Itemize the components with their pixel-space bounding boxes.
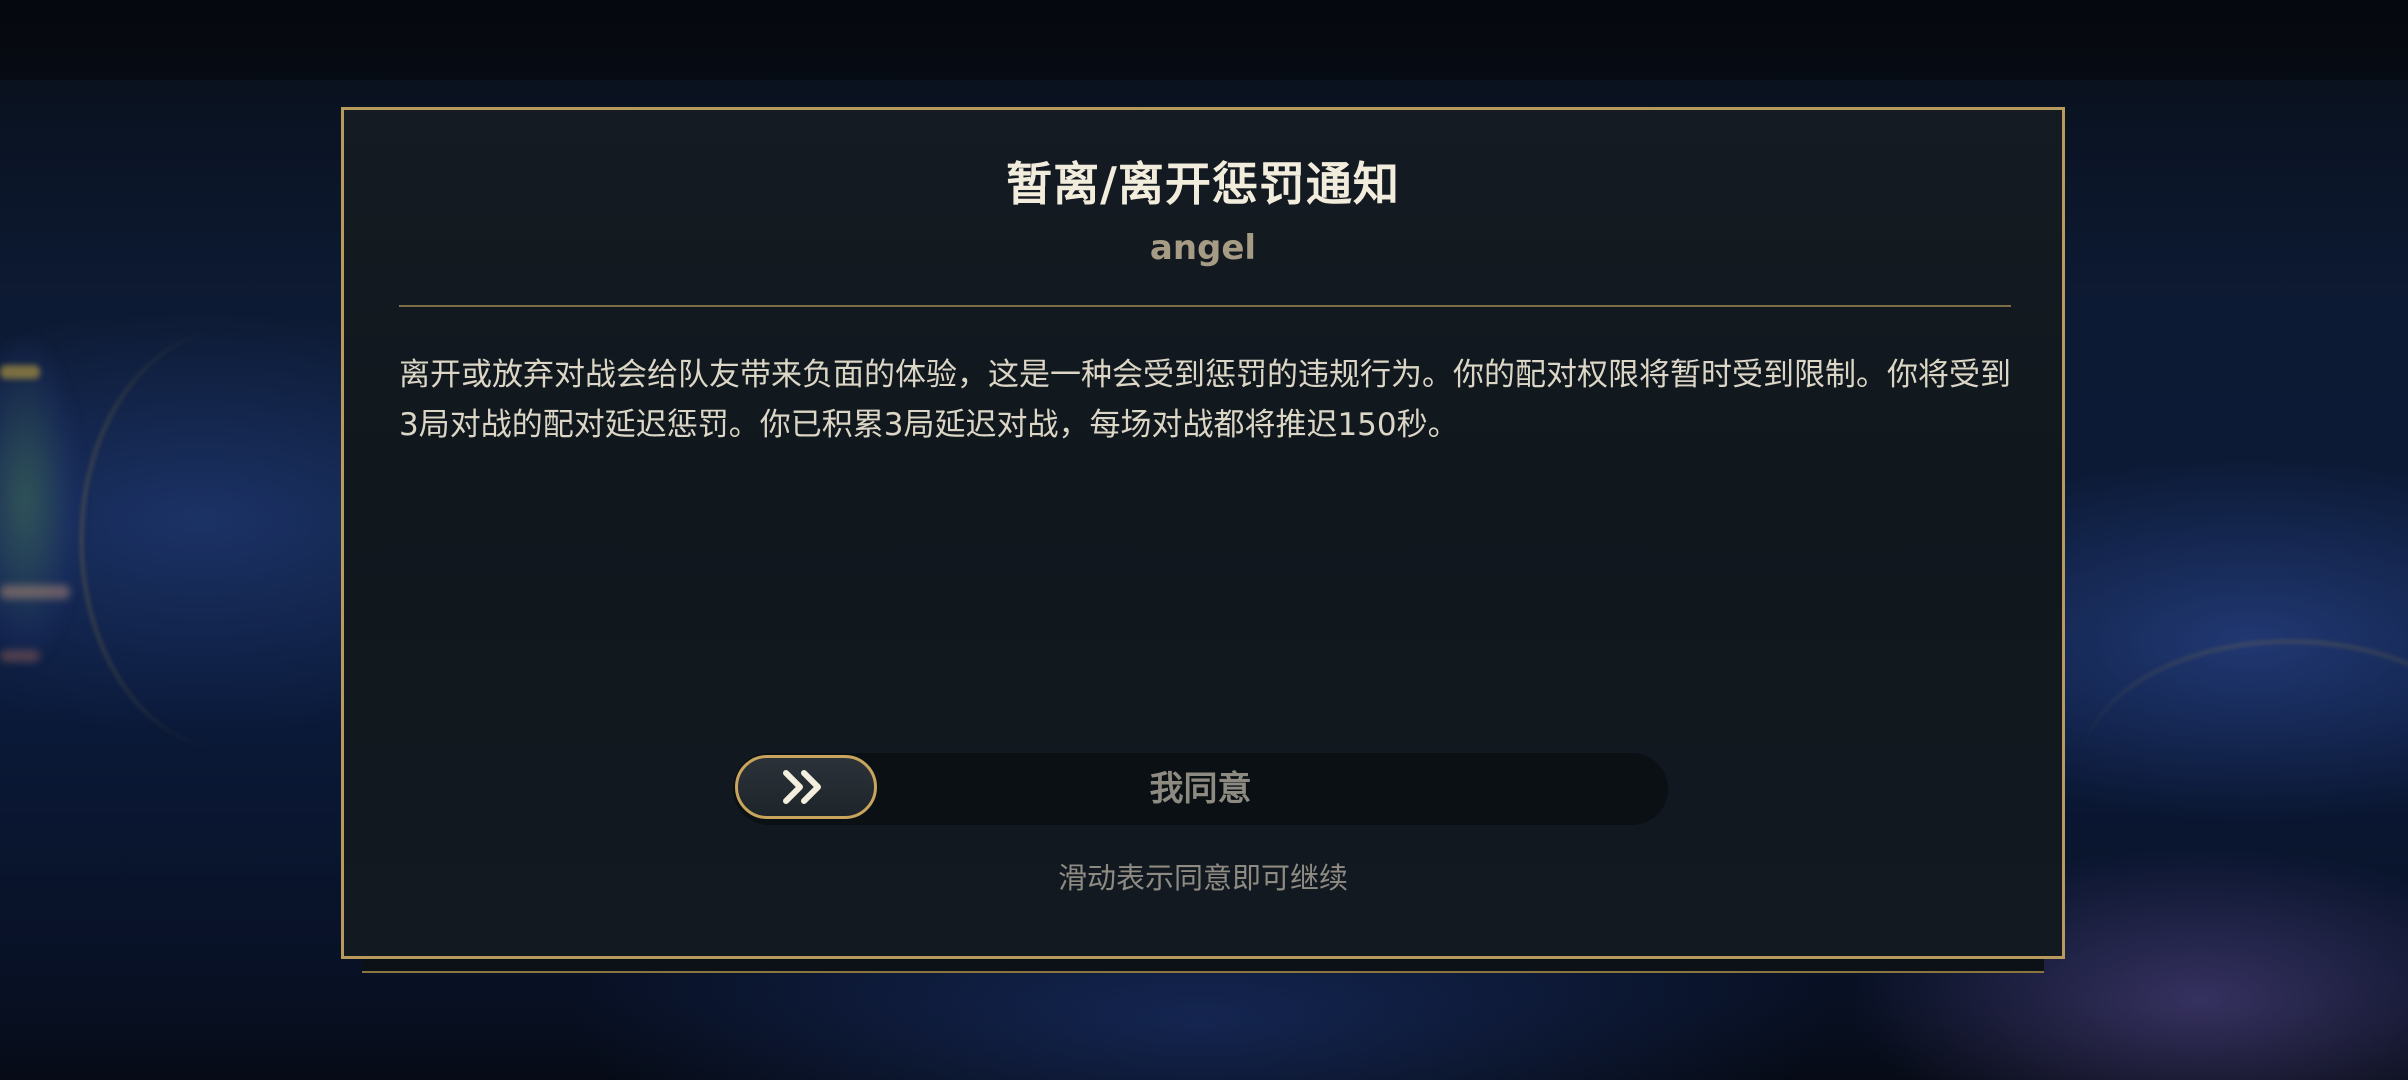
background-gold-arc (2080, 640, 2408, 903)
background-blur-stripe (0, 585, 70, 599)
double-chevron-right-icon (783, 770, 821, 804)
agree-slider[interactable]: 我同意 (733, 753, 1668, 825)
title-divider (399, 305, 2011, 307)
penalty-message: 离开或放弃对战会给队友带来负面的体验，这是一种会受到惩罚的违规行为。你的配对权限… (399, 357, 2011, 443)
penalty-notice-dialog: 暂离/离开惩罚通知 angel 离开或放弃对战会给队友带来负面的体验，这是一种会… (341, 107, 2065, 959)
background-blur-left (0, 340, 80, 660)
slider-hint: 滑动表示同意即可继续 (1057, 861, 1348, 895)
background-top-band (0, 0, 2408, 80)
background-blur-stripe (0, 365, 40, 379)
background-blur-stripe (0, 650, 40, 662)
player-name: angel (1149, 228, 1257, 268)
background-gold-arc (80, 330, 383, 750)
dialog-title: 暂离/离开惩罚通知 (1006, 157, 1400, 211)
agree-slider-handle[interactable] (735, 755, 877, 819)
